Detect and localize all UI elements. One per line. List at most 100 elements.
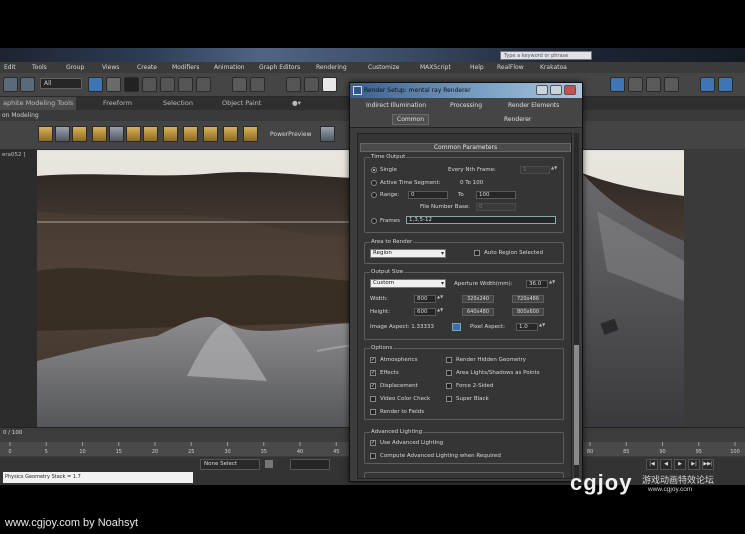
render-setup-icon[interactable] — [628, 77, 643, 92]
next-frame-button[interactable]: ▶| — [688, 459, 700, 470]
spinner-icon[interactable]: ▲▼ — [549, 280, 555, 288]
cut-icon[interactable] — [203, 126, 218, 142]
power-preview-button[interactable]: PowerPreview — [270, 131, 312, 138]
tab-selection[interactable]: Selection — [163, 97, 193, 110]
frames-field[interactable]: 1,3,5-12 — [406, 216, 556, 224]
displacement-checkbox[interactable]: ✓ — [370, 383, 376, 389]
menu-views[interactable]: Views — [102, 62, 119, 73]
redo-icon[interactable] — [20, 77, 35, 92]
face-icon[interactable] — [143, 126, 158, 142]
aperture-field[interactable]: 36.0 — [526, 280, 548, 288]
border-icon[interactable] — [126, 126, 141, 142]
render-to-fields-checkbox[interactable] — [370, 409, 376, 415]
maximize-icon[interactable] — [550, 85, 562, 95]
tab-object-paint[interactable]: Object Paint — [222, 97, 261, 110]
selection-filter-dropdown[interactable]: All — [40, 78, 82, 89]
rollout-common-parameters[interactable]: Common Parameters — [360, 143, 571, 152]
render-iterative-icon[interactable] — [700, 77, 715, 92]
menu-help[interactable]: Help — [470, 62, 484, 73]
spinner-icon[interactable]: ▲▼ — [539, 323, 545, 331]
select-rotate-icon[interactable] — [178, 77, 193, 92]
lock-selection-icon[interactable] — [264, 459, 274, 469]
select-scale-icon[interactable] — [196, 77, 211, 92]
dialog-scrollbar-thumb[interactable] — [574, 345, 579, 465]
menu-group[interactable]: Group — [66, 62, 84, 73]
single-radio[interactable] — [371, 167, 377, 173]
tab-processing[interactable]: Processing — [450, 102, 482, 109]
tab-indirect-illumination[interactable]: Indirect Illumination — [366, 102, 426, 109]
select-by-name-icon[interactable] — [106, 77, 121, 92]
paint-deform-icon[interactable] — [223, 126, 238, 142]
menu-rendering[interactable]: Rendering — [316, 62, 347, 73]
menu-modifiers[interactable]: Modifiers — [172, 62, 199, 73]
select-move-icon[interactable] — [160, 77, 175, 92]
vertex-icon[interactable] — [92, 126, 107, 142]
element-icon[interactable] — [163, 126, 178, 142]
spinner-icon[interactable]: ▲▼ — [437, 308, 443, 316]
mesh-tool-icon[interactable] — [72, 126, 87, 142]
undo-icon[interactable] — [3, 77, 18, 92]
use-advanced-lighting-checkbox[interactable]: ✓ — [370, 440, 376, 446]
menu-create[interactable]: Create — [137, 62, 157, 73]
maxscript-listener[interactable]: Physics Geometry Stack = 1.7 — [3, 472, 193, 483]
edge-icon[interactable] — [109, 126, 124, 142]
activeshade-icon[interactable] — [718, 77, 733, 92]
help-search-input[interactable]: Type a keyword or phrase — [500, 51, 592, 60]
polygon-tool-icon[interactable] — [38, 126, 53, 142]
previous-frame-button[interactable]: ◀ — [660, 459, 672, 470]
auto-region-checkbox[interactable] — [474, 250, 480, 256]
menu-edit[interactable]: Edit — [4, 62, 16, 73]
menu-maxscript[interactable]: MAXScript — [420, 62, 451, 73]
relax-icon[interactable] — [243, 126, 258, 142]
spinner-icon[interactable]: ▲▼ — [551, 166, 557, 174]
preset-800x600-button[interactable]: 800x600 — [512, 308, 544, 316]
force-2-sided-checkbox[interactable] — [446, 383, 452, 389]
tab-renderer[interactable]: Renderer — [504, 116, 531, 123]
pixel-aspect-field[interactable]: 1.0 — [516, 323, 538, 331]
width-field[interactable]: 800 — [414, 295, 436, 303]
minimize-icon[interactable] — [536, 85, 548, 95]
snaps-toggle-icon[interactable] — [286, 77, 301, 92]
atmospherics-checkbox[interactable]: ✓ — [370, 357, 376, 363]
range-to-field[interactable]: 100 — [476, 191, 516, 199]
area-lights-checkbox[interactable] — [446, 370, 452, 376]
preset-720x486-button[interactable]: 720x486 — [512, 295, 544, 303]
tab-freeform[interactable]: Freeform — [103, 97, 132, 110]
super-black-checkbox[interactable] — [446, 396, 452, 402]
menu-customize[interactable]: Customize — [368, 62, 400, 73]
frames-radio[interactable] — [371, 218, 377, 224]
angle-snap-icon[interactable] — [304, 77, 319, 92]
output-preset-dropdown[interactable]: Custom — [370, 279, 446, 288]
time-slider-frame[interactable]: 0 / 100 — [3, 430, 22, 436]
window-crossing-icon[interactable] — [142, 77, 157, 92]
go-to-end-button[interactable]: ▶▶| — [702, 459, 714, 470]
tab-graphite-modeling-tools[interactable]: aphite Modeling Tools — [0, 97, 77, 110]
range-from-field[interactable]: 0 — [408, 191, 448, 199]
go-to-start-button[interactable]: |◀ — [646, 459, 658, 470]
tab-render-elements[interactable]: Render Elements — [508, 102, 559, 109]
reference-coordinate-icon[interactable] — [232, 77, 247, 92]
ribbon-options-icon[interactable]: ●▾ — [292, 97, 301, 110]
swift-loop-icon[interactable] — [183, 126, 198, 142]
select-object-icon[interactable] — [88, 77, 103, 92]
video-color-check-checkbox[interactable] — [370, 396, 376, 402]
preset-640x480-button[interactable]: 640x480 — [462, 308, 494, 316]
percent-snap-icon[interactable] — [322, 77, 337, 92]
rendered-frame-window-icon[interactable] — [646, 77, 661, 92]
menu-krakatoa[interactable]: Krakatoa — [540, 62, 567, 73]
spinner-icon[interactable]: ▲▼ — [437, 295, 443, 303]
menu-graph-editors[interactable]: Graph Editors — [259, 62, 300, 73]
effects-checkbox[interactable]: ✓ — [370, 370, 376, 376]
menu-realflow[interactable]: RealFlow — [497, 62, 524, 73]
material-editor-icon[interactable] — [610, 77, 625, 92]
tab-common[interactable]: Common — [392, 114, 430, 125]
x-coordinate-field[interactable] — [290, 459, 330, 470]
viewport-label[interactable]: era052 ] — [2, 152, 25, 158]
edit-poly-icon[interactable] — [55, 126, 70, 142]
menu-animation[interactable]: Animation — [214, 62, 245, 73]
render-hidden-geometry-checkbox[interactable] — [446, 357, 452, 363]
compute-advanced-lighting-checkbox[interactable] — [370, 453, 376, 459]
preview-icon[interactable] — [320, 126, 335, 142]
active-segment-radio[interactable] — [371, 180, 377, 186]
range-radio[interactable] — [371, 192, 377, 198]
